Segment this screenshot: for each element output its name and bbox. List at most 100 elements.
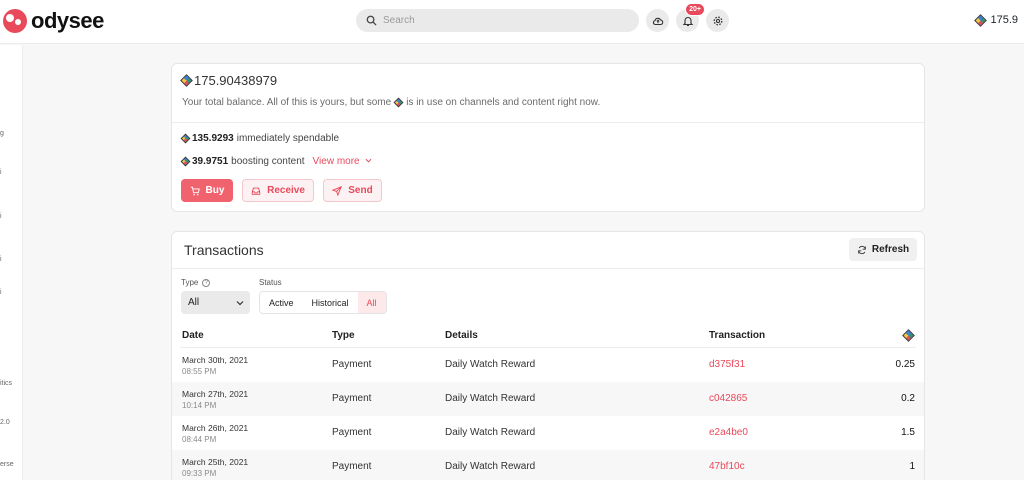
tx-details: Daily Watch Reward xyxy=(445,461,536,472)
tx-date-value: March 30th, 2021 xyxy=(182,355,249,365)
tx-time: 08:55 PM xyxy=(182,367,217,376)
tx-date-value: March 26th, 2021 xyxy=(182,423,249,433)
odysee-logo[interactable]: odysee xyxy=(3,8,104,34)
tx-id-link[interactable]: d375f31 xyxy=(709,359,745,370)
tx-date: March 27th, 2021 10:14 PM xyxy=(182,389,248,411)
inbox-icon xyxy=(251,187,261,195)
sidebar-item-fragment[interactable]: erse xyxy=(0,461,14,468)
boosting-amount: 39.9751 xyxy=(192,156,229,167)
help-text-start: Your total balance. All of this is yours… xyxy=(182,97,392,108)
type-filter-select[interactable]: All xyxy=(181,291,250,314)
settings-button[interactable] xyxy=(706,9,729,32)
tx-details: Daily Watch Reward xyxy=(445,393,536,404)
send-icon xyxy=(332,185,343,196)
tx-amount: 0.25 xyxy=(895,359,915,370)
upload-button[interactable] xyxy=(646,9,669,32)
balance-card: 175.90438979 Your total balance. All of … xyxy=(171,63,925,212)
chevron-down-icon xyxy=(365,158,372,163)
search-icon xyxy=(366,15,377,26)
column-header-date[interactable]: Date xyxy=(182,330,204,341)
tx-type: Payment xyxy=(332,427,372,438)
lbc-credit-icon xyxy=(180,74,193,87)
tx-type: Payment xyxy=(332,359,372,370)
divider xyxy=(172,122,924,123)
table-row: March 27th, 2021 10:14 PM Payment Daily W… xyxy=(172,382,924,416)
lbc-credit-icon xyxy=(974,13,988,27)
send-button[interactable]: Send xyxy=(323,179,382,202)
help-icon[interactable]: ? xyxy=(202,278,211,287)
tx-date: March 30th, 2021 08:55 PM xyxy=(182,355,248,377)
bell-icon xyxy=(682,16,693,26)
boosting-row: 39.9751 boosting content View more xyxy=(180,156,373,167)
notification-badge: 20+ xyxy=(685,3,705,16)
lbc-credit-icon xyxy=(902,329,915,342)
tx-id-link[interactable]: e2a4be0 xyxy=(709,427,748,438)
table-row: March 25th, 2021 09:33 PM Payment Daily W… xyxy=(172,450,924,480)
sidebar-item-fragment[interactable]: 2.0 xyxy=(0,419,10,426)
header-balance[interactable]: 175.9 xyxy=(974,13,1018,27)
tx-details: Daily Watch Reward xyxy=(445,359,536,370)
notifications-button[interactable]: 20+ xyxy=(676,3,705,32)
chevron-down-icon xyxy=(236,301,244,306)
tx-time: 09:33 PM xyxy=(182,469,217,478)
type-label-text: Type xyxy=(181,278,199,287)
top-header: odysee 20+ 175.9 xyxy=(0,0,1024,44)
buy-button[interactable]: Buy xyxy=(181,179,233,202)
sidebar-item-fragment[interactable]: i xyxy=(0,256,2,263)
status-option-active[interactable]: Active xyxy=(260,292,303,313)
tx-id-link[interactable]: c042865 xyxy=(709,393,747,404)
tx-date: March 26th, 2021 08:44 PM xyxy=(182,423,248,445)
sidebar-item-fragment[interactable]: itics xyxy=(0,380,12,387)
type-filter-value: All xyxy=(188,297,200,308)
column-header-details[interactable]: Details xyxy=(445,330,478,341)
sidebar-item-fragment[interactable]: i xyxy=(0,169,2,176)
search-input[interactable] xyxy=(383,15,613,26)
lbc-credit-icon xyxy=(180,133,191,144)
cloud-upload-icon xyxy=(652,17,663,25)
type-filter-label: Type ? xyxy=(181,278,211,287)
cart-icon xyxy=(190,186,200,195)
tx-amount: 0.2 xyxy=(901,393,915,404)
spendable-row: 135.9293 immediately spendable xyxy=(180,133,339,144)
receive-button[interactable]: Receive xyxy=(242,179,314,202)
tx-amount: 1 xyxy=(909,461,915,472)
tx-type: Payment xyxy=(332,461,372,472)
spendable-label: immediately spendable xyxy=(236,133,339,144)
search-bar[interactable] xyxy=(356,9,639,32)
sidebar-item-fragment[interactable]: i xyxy=(0,213,2,220)
tx-date-value: March 27th, 2021 xyxy=(182,389,249,399)
total-balance-value: 175.90438979 xyxy=(194,73,278,88)
total-balance: 175.90438979 xyxy=(180,73,278,88)
tx-date: March 25th, 2021 09:33 PM xyxy=(182,457,248,479)
receive-label: Receive xyxy=(267,185,305,196)
status-filter-label: Status xyxy=(259,278,282,287)
tx-id-link[interactable]: 47bf10c xyxy=(709,461,745,472)
tx-time: 10:14 PM xyxy=(182,401,217,410)
refresh-icon xyxy=(858,245,866,254)
logo-text: odysee xyxy=(31,8,104,33)
status-filter: Active Historical All xyxy=(259,291,387,314)
lbc-credit-icon xyxy=(180,156,191,167)
column-header-type[interactable]: Type xyxy=(332,330,355,341)
table-row: March 26th, 2021 08:44 PM Payment Daily W… xyxy=(172,416,924,450)
column-header-transaction[interactable]: Transaction xyxy=(709,330,765,341)
sidebar: g i i i i itics 2.0 erse xyxy=(0,45,23,480)
logo-mark-icon xyxy=(3,9,27,33)
status-option-all[interactable]: All xyxy=(357,292,386,313)
view-more-link[interactable]: View more xyxy=(313,156,373,167)
divider xyxy=(172,268,924,269)
transactions-card: Transactions Refresh Type ? All Status A… xyxy=(171,231,925,480)
view-more-label: View more xyxy=(312,156,360,167)
column-header-amount[interactable] xyxy=(902,329,915,343)
buy-label: Buy xyxy=(205,185,225,196)
header-balance-value: 175.9 xyxy=(990,14,1018,26)
refresh-button[interactable]: Refresh xyxy=(849,238,917,261)
balance-help-text: Your total balance. All of this is yours… xyxy=(182,97,600,108)
spendable-amount: 135.9293 xyxy=(192,133,234,144)
tx-details: Daily Watch Reward xyxy=(445,427,536,438)
tx-time: 08:44 PM xyxy=(182,435,217,444)
send-label: Send xyxy=(348,185,373,196)
status-option-historical[interactable]: Historical xyxy=(302,292,358,313)
sidebar-item-fragment[interactable]: g xyxy=(0,130,4,137)
sidebar-item-fragment[interactable]: i xyxy=(0,289,2,296)
